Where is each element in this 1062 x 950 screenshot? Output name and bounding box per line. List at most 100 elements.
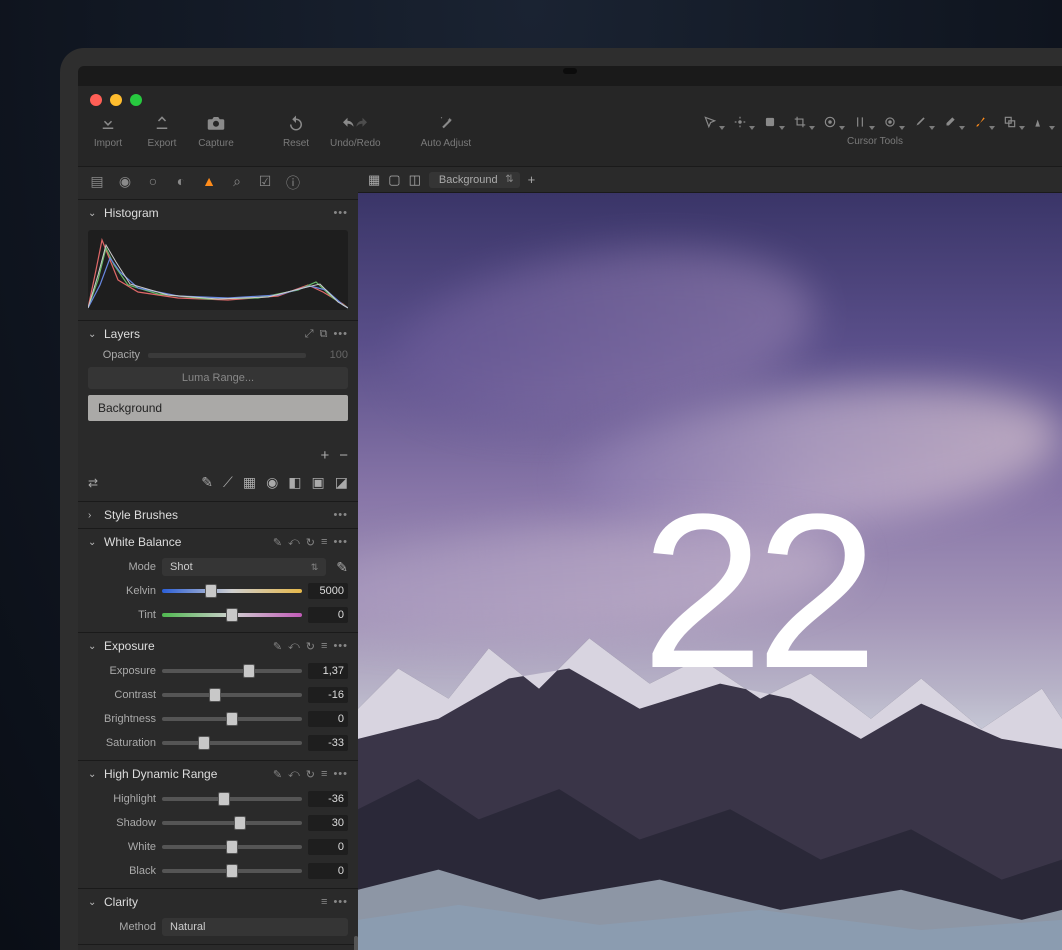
more-icon[interactable]: ••• bbox=[333, 640, 348, 653]
more-icon[interactable]: ••• bbox=[333, 509, 348, 521]
exposure-value[interactable]: 1,37 bbox=[308, 663, 348, 679]
metadata-tab-icon[interactable]: ☑ bbox=[256, 173, 274, 193]
copy-adj-icon[interactable]: ⤺ bbox=[288, 536, 300, 549]
library-tab-icon[interactable]: ▤ bbox=[88, 173, 106, 193]
brightness-value[interactable]: 0 bbox=[308, 711, 348, 727]
minimize-window-button[interactable] bbox=[110, 94, 122, 106]
add-layer-icon[interactable]: + bbox=[320, 447, 329, 464]
brush-tool[interactable] bbox=[908, 112, 932, 132]
white-value[interactable]: 0 bbox=[308, 839, 348, 855]
gradient-mask-icon[interactable]: ▦ bbox=[243, 474, 256, 491]
kelvin-value[interactable]: 5000 bbox=[308, 583, 348, 599]
image-canvas[interactable]: 22 bbox=[358, 193, 1062, 950]
picker-icon[interactable]: ✎ bbox=[201, 474, 213, 491]
adjustments-tab-icon[interactable]: ▲ bbox=[200, 173, 218, 193]
wb-picker-icon[interactable]: ✎ bbox=[336, 559, 348, 576]
white-slider[interactable] bbox=[162, 838, 302, 856]
mode-select[interactable]: Shot ⇅ bbox=[162, 558, 326, 576]
single-view-icon[interactable]: ▢ bbox=[388, 172, 400, 188]
reset-adj-icon[interactable]: ↻ bbox=[306, 640, 315, 653]
picker-icon[interactable]: ✎ bbox=[273, 536, 282, 549]
auto-adjust-button[interactable]: Auto Adjust bbox=[421, 112, 472, 149]
reset-button[interactable]: Reset bbox=[276, 112, 316, 149]
copy-adj-icon[interactable]: ⤺ bbox=[288, 768, 300, 781]
tint-value[interactable]: 0 bbox=[308, 607, 348, 623]
radial-mask-icon[interactable]: ◉ bbox=[266, 474, 278, 491]
contrast-value[interactable]: -16 bbox=[308, 687, 348, 703]
expand-icon[interactable]: ⤢ bbox=[305, 328, 314, 341]
saturation-slider[interactable] bbox=[162, 734, 302, 752]
exposure-slider[interactable] bbox=[162, 662, 302, 680]
shadow-slider[interactable] bbox=[162, 814, 302, 832]
grid-view-icon[interactable]: ▦ bbox=[368, 172, 380, 188]
menu-icon[interactable]: ≡ bbox=[321, 896, 327, 908]
menu-icon[interactable]: ≡ bbox=[321, 640, 327, 653]
rotate-tool[interactable] bbox=[818, 112, 842, 132]
close-window-button[interactable] bbox=[90, 94, 102, 106]
hand-tool[interactable] bbox=[728, 112, 752, 132]
fill-mask-icon[interactable]: ▣ bbox=[312, 474, 325, 491]
highlight-value[interactable]: -36 bbox=[308, 791, 348, 807]
export-button[interactable]: Export bbox=[142, 112, 182, 149]
saturation-value[interactable]: -33 bbox=[308, 735, 348, 751]
clarity-header[interactable]: ⌄ Clarity ≡ ••• bbox=[78, 889, 358, 915]
opacity-slider[interactable] bbox=[148, 353, 306, 358]
black-value[interactable]: 0 bbox=[308, 863, 348, 879]
circle-tab-icon[interactable]: ○ bbox=[144, 173, 162, 193]
hdr-header[interactable]: ⌄ High Dynamic Range ✎ ⤺ ↻ ≡ ••• bbox=[78, 761, 358, 787]
crop-tool[interactable] bbox=[788, 112, 812, 132]
luma-range-button[interactable]: Luma Range... bbox=[88, 367, 348, 389]
kelvin-slider[interactable] bbox=[162, 582, 302, 600]
compare-view-icon[interactable]: ◫ bbox=[409, 172, 421, 188]
more-icon[interactable]: ••• bbox=[333, 896, 348, 908]
background-layer-item[interactable]: Background bbox=[88, 395, 348, 421]
white-balance-header[interactable]: ⌄ White Balance ✎ ⤺ ↻ ≡ ••• bbox=[78, 529, 358, 555]
import-button[interactable]: Import bbox=[88, 112, 128, 149]
undo-redo-button[interactable]: Undo/Redo bbox=[330, 112, 381, 149]
viewport-layer-select[interactable]: Background bbox=[429, 172, 520, 188]
reset-adj-icon[interactable]: ↻ bbox=[306, 768, 315, 781]
copy-adj-icon[interactable]: ⤺ bbox=[288, 640, 300, 653]
menu-icon[interactable]: ≡ bbox=[321, 768, 327, 781]
erase-mask-icon[interactable]: ◧ bbox=[288, 474, 301, 491]
info-tab-icon[interactable]: ⓘ bbox=[284, 173, 302, 193]
adjust-tab-icon[interactable]: ◐ bbox=[172, 173, 190, 193]
gradient-tool[interactable] bbox=[968, 112, 992, 132]
more-icon[interactable]: ••• bbox=[333, 328, 348, 341]
shadow-value[interactable]: 30 bbox=[308, 815, 348, 831]
keystone-tool[interactable] bbox=[848, 112, 872, 132]
reset-adj-icon[interactable]: ↻ bbox=[306, 536, 315, 549]
annotate-tool[interactable] bbox=[1028, 112, 1052, 132]
more-icon[interactable]: ••• bbox=[333, 768, 348, 781]
brush-mask-icon[interactable]: ⟋ bbox=[223, 474, 233, 491]
layer-settings-icon[interactable]: ⇄ bbox=[88, 476, 98, 490]
copy-icon[interactable]: ⧉ bbox=[320, 328, 328, 341]
picker-icon[interactable]: ✎ bbox=[273, 768, 282, 781]
shape-tool[interactable] bbox=[758, 112, 782, 132]
menu-icon[interactable]: ≡ bbox=[321, 536, 327, 549]
highlight-slider[interactable] bbox=[162, 790, 302, 808]
brightness-slider[interactable] bbox=[162, 710, 302, 728]
maximize-window-button[interactable] bbox=[130, 94, 142, 106]
invert-mask-icon[interactable]: ◪ bbox=[335, 474, 348, 491]
contrast-slider[interactable] bbox=[162, 686, 302, 704]
tint-slider[interactable] bbox=[162, 606, 302, 624]
layers-header[interactable]: ⌄ Layers ⤢ ⧉ ••• bbox=[78, 321, 358, 347]
clone-tool[interactable] bbox=[998, 112, 1022, 132]
pointer-tool[interactable] bbox=[698, 112, 722, 132]
exposure-header[interactable]: ⌄ Exposure ✎ ⤺ ↻ ≡ ••• bbox=[78, 633, 358, 659]
histogram-header[interactable]: ⌄ Histogram ••• bbox=[78, 200, 358, 226]
search-tab-icon[interactable]: ⌕ bbox=[228, 173, 246, 193]
capture-button[interactable]: Capture bbox=[196, 112, 236, 149]
add-variant-icon[interactable]: + bbox=[528, 172, 536, 187]
remove-layer-icon[interactable]: − bbox=[339, 447, 348, 464]
spot-tool[interactable] bbox=[878, 112, 902, 132]
eraser-tool[interactable] bbox=[938, 112, 962, 132]
more-icon[interactable]: ••• bbox=[333, 536, 348, 549]
style-brushes-header[interactable]: › Style Brushes ••• bbox=[78, 502, 358, 528]
method-select[interactable]: Natural bbox=[162, 918, 348, 936]
more-icon[interactable]: ••• bbox=[333, 207, 348, 219]
black-slider[interactable] bbox=[162, 862, 302, 880]
picker-icon[interactable]: ✎ bbox=[273, 640, 282, 653]
camera-tab-icon[interactable]: ◉ bbox=[116, 173, 134, 193]
